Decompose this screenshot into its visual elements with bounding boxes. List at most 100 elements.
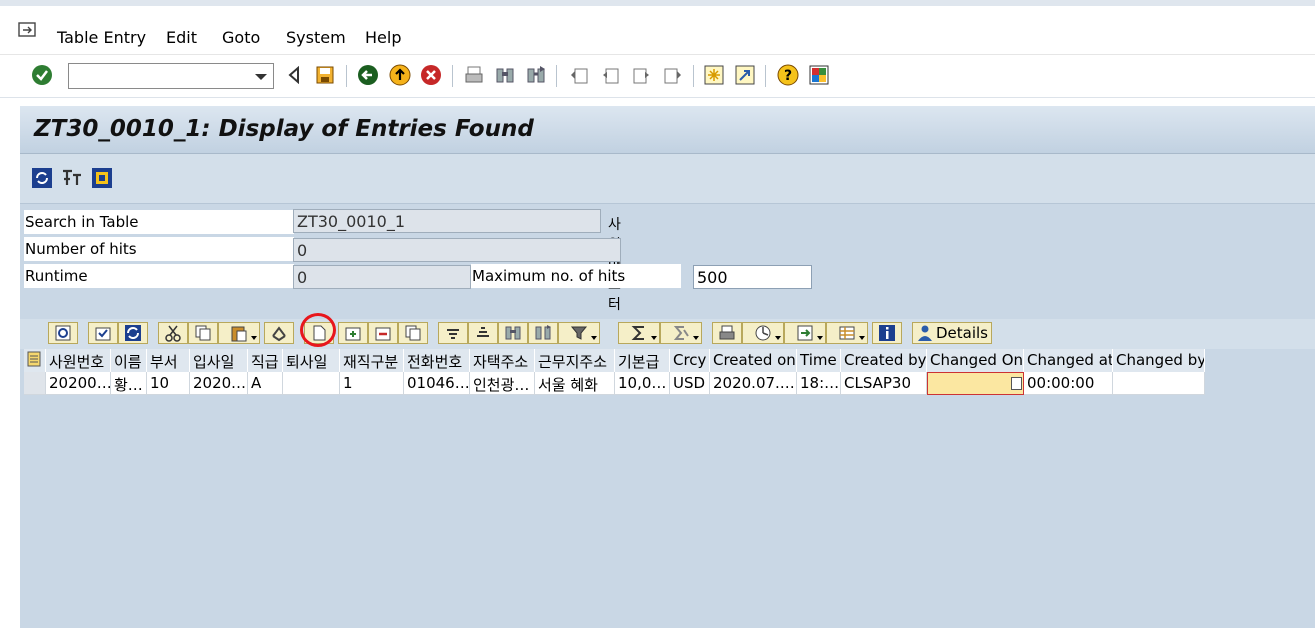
delete-row-icon[interactable]: [368, 322, 398, 344]
menu-table-entry[interactable]: Table Entry: [57, 28, 146, 47]
menu-edit[interactable]: Edit: [166, 28, 197, 47]
display-icon[interactable]: [90, 166, 114, 190]
menu-system[interactable]: System: [286, 28, 346, 47]
save-icon[interactable]: [313, 63, 337, 87]
menu-help[interactable]: Help: [365, 28, 401, 47]
shortcut-icon[interactable]: [733, 63, 757, 87]
table-cell[interactable]: 00:00:00: [1024, 372, 1113, 395]
details-view-icon[interactable]: [48, 322, 78, 344]
title-bar: ZT30_0010_1: Display of Entries Found: [20, 106, 1315, 154]
details-button[interactable]: Details: [912, 322, 992, 344]
sum-icon[interactable]: [618, 322, 660, 344]
column-header[interactable]: 자택주소: [470, 349, 535, 372]
search-in-table-label: Search in Table: [24, 210, 294, 234]
column-header[interactable]: Changed at: [1024, 349, 1113, 372]
table-cell[interactable]: 2020.…: [190, 372, 248, 395]
first-page-icon[interactable]: [567, 63, 591, 87]
f4-help-icon[interactable]: [1011, 377, 1022, 390]
back-triangle-icon[interactable]: [282, 63, 306, 87]
exit-icon[interactable]: [388, 63, 412, 87]
column-header[interactable]: 기본급: [615, 349, 670, 372]
chevron-down-icon[interactable]: [255, 74, 267, 80]
column-header[interactable]: 재직구분: [340, 349, 404, 372]
copy-row-icon[interactable]: [398, 322, 428, 344]
row-selector[interactable]: [24, 372, 46, 395]
customize-layout-icon[interactable]: [807, 63, 831, 87]
sort-ascending-icon[interactable]: [438, 322, 468, 344]
subtotal-icon[interactable]: [660, 322, 702, 344]
next-page-icon[interactable]: [630, 63, 654, 87]
table-cell[interactable]: 서울 혜화: [535, 372, 615, 395]
insert-row-icon[interactable]: [338, 322, 368, 344]
table-cell[interactable]: 황…: [111, 372, 147, 395]
changed-on-cell[interactable]: [927, 372, 1024, 395]
previous-page-icon[interactable]: [598, 63, 622, 87]
table-cell[interactable]: 18:…: [797, 372, 841, 395]
refresh-grid-icon[interactable]: [118, 322, 148, 344]
back-icon[interactable]: [356, 63, 380, 87]
information-icon[interactable]: [872, 322, 902, 344]
table-cell[interactable]: 01046…: [404, 372, 470, 395]
create-session-icon[interactable]: [702, 63, 726, 87]
find-next-grid-icon[interactable]: [528, 322, 558, 344]
export-icon[interactable]: [784, 322, 826, 344]
copy-icon[interactable]: [188, 322, 218, 344]
cut-icon[interactable]: [158, 322, 188, 344]
runtime-label: Runtime: [24, 264, 294, 288]
find-grid-icon[interactable]: [498, 322, 528, 344]
filter-icon[interactable]: [558, 322, 600, 344]
svg-text:?: ?: [784, 68, 792, 84]
column-header[interactable]: Created by: [841, 349, 927, 372]
print-icon[interactable]: [462, 63, 486, 87]
column-header[interactable]: Created on: [710, 349, 797, 372]
views-icon[interactable]: [742, 322, 784, 344]
main-area: ZT30_0010_1: Display of Entries Found Se…: [20, 106, 1315, 628]
table-cell[interactable]: [1113, 372, 1205, 395]
column-header[interactable]: 사원번호: [46, 349, 111, 372]
find-icon[interactable]: [493, 63, 517, 87]
enter-check-icon[interactable]: [30, 63, 54, 87]
last-page-icon[interactable]: [661, 63, 685, 87]
column-header[interactable]: Crcy: [670, 349, 710, 372]
paste-icon[interactable]: [218, 322, 260, 344]
help-icon[interactable]: ?: [776, 63, 800, 87]
command-field[interactable]: [68, 63, 274, 89]
table-cell[interactable]: [283, 372, 340, 395]
check-icon[interactable]: [88, 322, 118, 344]
refresh-icon[interactable]: [30, 166, 54, 190]
table-cell[interactable]: USD: [670, 372, 710, 395]
column-header[interactable]: 퇴사일: [283, 349, 340, 372]
find-next-icon[interactable]: [524, 63, 548, 87]
table-cell[interactable]: 20200…: [46, 372, 111, 395]
table-cell[interactable]: 10: [147, 372, 190, 395]
search-in-table-field: ZT30_0010_1: [293, 209, 601, 233]
table-cell[interactable]: 1: [340, 372, 404, 395]
system-menu-icon[interactable]: [18, 22, 38, 38]
maximum-hits-input[interactable]: 500: [693, 265, 812, 289]
select-all-icon[interactable]: [24, 349, 46, 372]
column-header[interactable]: 부서: [147, 349, 190, 372]
layout-icon[interactable]: [826, 322, 868, 344]
undo-icon[interactable]: [264, 322, 294, 344]
table-cell[interactable]: 10,0…: [615, 372, 670, 395]
table-cell[interactable]: 2020.07.…: [710, 372, 797, 395]
menu-goto[interactable]: Goto: [222, 28, 260, 47]
column-header[interactable]: 근무지주소: [535, 349, 615, 372]
column-header[interactable]: Changed by: [1113, 349, 1205, 372]
sort-descending-icon[interactable]: [468, 322, 498, 344]
column-settings-icon[interactable]: [60, 166, 84, 190]
application-toolbar: [20, 154, 1315, 204]
table-cell[interactable]: A: [248, 372, 283, 395]
column-header[interactable]: Changed On: [927, 349, 1024, 372]
column-header[interactable]: 직급: [248, 349, 283, 372]
column-header[interactable]: 전화번호: [404, 349, 470, 372]
table-cell[interactable]: CLSAP30: [841, 372, 927, 395]
column-header[interactable]: 입사일: [190, 349, 248, 372]
cancel-icon[interactable]: [419, 63, 443, 87]
column-header[interactable]: 이름: [111, 349, 147, 372]
print-preview-icon[interactable]: [712, 322, 742, 344]
column-header[interactable]: Time: [797, 349, 841, 372]
person-icon: [917, 325, 932, 341]
table-cell[interactable]: 인천광…: [470, 372, 535, 395]
runtime-field: 0: [293, 265, 471, 289]
